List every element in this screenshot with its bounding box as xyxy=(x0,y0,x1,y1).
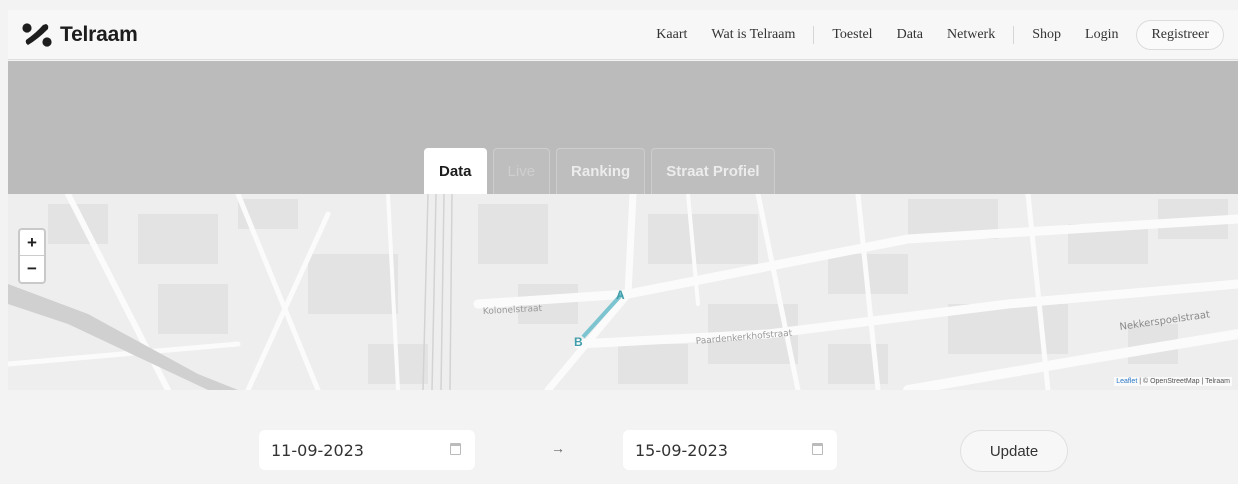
arrow-right-icon: → xyxy=(551,440,565,456)
nav-netwerk[interactable]: Netwerk xyxy=(935,27,1007,43)
marker-a[interactable]: A xyxy=(616,288,625,302)
zoom-out-button[interactable]: − xyxy=(20,256,44,282)
calendar-icon[interactable] xyxy=(450,443,461,455)
nav-kaart[interactable]: Kaart xyxy=(644,27,699,43)
map-tiles: Nekkerspoelstraat Paardenkerkhofstraat K… xyxy=(8,194,1238,390)
calendar-icon[interactable] xyxy=(812,443,823,455)
street-map[interactable]: Nekkerspoelstraat Paardenkerkhofstraat K… xyxy=(8,194,1238,390)
map-attribution: Leaflet | © OpenStreetMap | Telraam xyxy=(1114,377,1232,386)
register-button[interactable]: Registreer xyxy=(1136,20,1224,50)
nav-shop[interactable]: Shop xyxy=(1020,27,1073,43)
zoom-control: + − xyxy=(18,228,46,284)
date-range-controls: 11-09-2023 → 15-09-2023 Update xyxy=(0,390,1238,484)
tab-data[interactable]: Data xyxy=(424,148,487,194)
tab-live[interactable]: Live xyxy=(492,148,551,194)
telraam-logo-icon xyxy=(22,23,52,47)
update-button[interactable]: Update xyxy=(960,430,1068,472)
nav-data[interactable]: Data xyxy=(885,27,935,43)
nav-login[interactable]: Login xyxy=(1073,27,1130,43)
nav-divider xyxy=(1013,26,1015,44)
end-date-field[interactable]: 15-09-2023 xyxy=(623,430,837,470)
nav-toestel[interactable]: Toestel xyxy=(820,27,884,43)
marker-b[interactable]: B xyxy=(574,335,583,349)
brand-logo[interactable]: Telraam xyxy=(22,23,138,47)
nav-divider xyxy=(813,26,815,44)
tab-ranking[interactable]: Ranking xyxy=(556,148,646,194)
zoom-in-button[interactable]: + xyxy=(20,230,44,256)
top-navbar: Telraam Kaart Wat is Telraam Toestel Dat… xyxy=(8,10,1238,60)
brand-name: Telraam xyxy=(60,23,138,46)
attribution-text: | © OpenStreetMap | Telraam xyxy=(1137,378,1230,385)
end-date-value: 15-09-2023 xyxy=(635,440,728,460)
start-date-field[interactable]: 11-09-2023 xyxy=(259,430,475,470)
page: Telraam Kaart Wat is Telraam Toestel Dat… xyxy=(0,0,1238,484)
tab-straat-profiel[interactable]: Straat Profiel xyxy=(651,148,775,194)
nav-wat-is-telraam[interactable]: Wat is Telraam xyxy=(699,27,807,43)
start-date-value: 11-09-2023 xyxy=(271,440,364,460)
segment-tabs: Data Live Ranking Straat Profiel xyxy=(424,148,775,194)
leaflet-link[interactable]: Leaflet xyxy=(1116,378,1137,385)
main-nav: Kaart Wat is Telraam Toestel Data Netwer… xyxy=(644,20,1224,50)
